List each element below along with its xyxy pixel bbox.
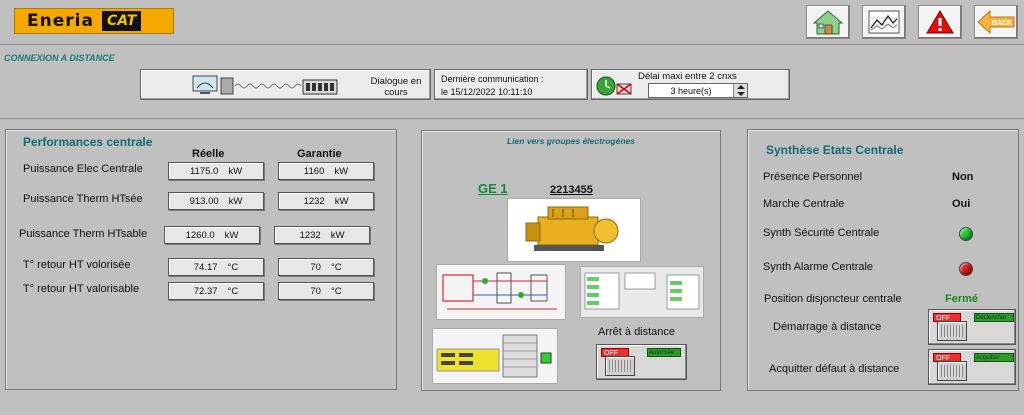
- genset-1-link[interactable]: GE 1: [478, 181, 508, 196]
- cat-mark: CAT: [101, 11, 142, 31]
- connection-section-title: CONNEXION A DISTANCE: [4, 53, 115, 63]
- col-real-header: Réelle: [192, 148, 225, 160]
- staff-presence-value: Non: [952, 171, 974, 183]
- spinner-arrows-icon: [737, 85, 745, 96]
- last-communication-box: Dernière communication : le 15/12/2022 1…: [434, 69, 588, 100]
- remote-dialog-status: Dialogue en cours: [140, 69, 431, 100]
- home-button[interactable]: [806, 5, 850, 39]
- computer-link-icon: [192, 75, 338, 95]
- status-panel: Synthèse Etats Centrale Présence Personn…: [747, 129, 1019, 391]
- trend-chart-icon: [868, 10, 900, 34]
- safety-status-led: [959, 227, 973, 241]
- alarm-warning-icon: [926, 10, 954, 34]
- schematic-icon: [442, 272, 557, 310]
- perf-real-value: 1175.0 kW: [168, 162, 264, 180]
- back-button[interactable]: BACK: [974, 5, 1018, 39]
- perf-guaranteed-value: 1160 kW: [278, 162, 374, 180]
- breaker-position-value: Fermé: [945, 293, 979, 305]
- alarm-summary-label: Synth Alarme Centrale: [763, 261, 874, 273]
- perf-real-value: 913.00 kW: [168, 192, 264, 210]
- plant-running-label: Marche Centrale: [763, 198, 845, 210]
- hydraulic-schema-thumbnail[interactable]: [436, 264, 566, 320]
- alarms-button[interactable]: [918, 5, 962, 39]
- switch-knob[interactable]: [937, 361, 967, 381]
- staff-presence-label: Présence Personnel: [763, 171, 863, 183]
- performance-title: Performances centrale: [23, 135, 153, 149]
- max-delay-box: Délai maxi entre 2 cnxs 3 heure(s): [591, 69, 790, 100]
- switch-on-label: Acquitter: [974, 353, 1014, 362]
- electrical-panel-icon: [436, 334, 552, 378]
- max-delay-label: Délai maxi entre 2 cnxs: [638, 71, 737, 82]
- engine-icon: [525, 206, 619, 251]
- perf-guaranteed-value: 70 °C: [278, 258, 374, 276]
- trends-button[interactable]: [862, 5, 906, 39]
- spinner-arrows[interactable]: [733, 84, 747, 97]
- perf-row-label: T° retour HT volorisée: [23, 259, 131, 271]
- data-grid-icon: [584, 272, 700, 310]
- perf-real-value: 74.17 °C: [168, 258, 264, 276]
- alarm-status-led: [959, 262, 973, 276]
- switch-on-label: Déclencher: [974, 313, 1014, 322]
- perf-guaranteed-value: 1232 kW: [274, 226, 370, 244]
- perf-row-label: Puissance Therm HTsée: [23, 193, 143, 205]
- back-label: BACK: [992, 20, 1012, 27]
- switch-knob[interactable]: [605, 356, 635, 376]
- safety-summary-label: Synth Sécurité Centrale: [763, 227, 880, 239]
- brand-name: Eneria: [27, 11, 94, 31]
- genset-serial: 2213455: [550, 184, 593, 196]
- remote-start-switch[interactable]: OFF Déclencher: [928, 309, 1016, 345]
- header-divider: [0, 44, 1024, 45]
- genset-engine-image[interactable]: [507, 198, 641, 262]
- home-icon: [812, 10, 844, 35]
- last-comm-value: le 15/12/2022 10:11:10: [441, 87, 533, 97]
- switch-knob[interactable]: [937, 321, 967, 341]
- dialog-status-text: Dialogue en cours: [370, 76, 422, 98]
- perf-row-label: T° retour HT valorisable: [23, 283, 140, 295]
- perf-row-label: Puissance Therm HTsable: [19, 228, 148, 240]
- back-arrow-icon: BACK: [977, 9, 1015, 35]
- breaker-position-label: Position disjoncteur centrale: [764, 293, 902, 305]
- plant-running-value: Oui: [952, 198, 971, 210]
- eneria-cat-logo: Eneria CAT: [14, 8, 174, 34]
- measurements-thumbnail[interactable]: [580, 266, 704, 318]
- perf-guaranteed-value: 1232 kW: [278, 192, 374, 210]
- perf-real-value: 72.37 °C: [168, 282, 264, 300]
- col-guaranteed-header: Garantie: [297, 148, 342, 160]
- electrical-schema-thumbnail[interactable]: [432, 328, 558, 384]
- gensets-panel: Lien vers groupes électrogènes GE 1 2213…: [421, 130, 721, 391]
- gensets-title: Lien vers groupes électrogènes: [506, 136, 636, 146]
- remote-stop-switch[interactable]: OFF Autorisée: [596, 344, 687, 380]
- ack-fault-label: Acquitter défaut à distance: [769, 363, 900, 375]
- switch-on-label: Autorisée: [647, 348, 681, 357]
- max-delay-value: 3 heure(s): [670, 85, 712, 96]
- remote-start-label: Démarrage à distance: [773, 321, 882, 333]
- timer-disconnect-icon: [596, 76, 632, 96]
- perf-guaranteed-value: 70 °C: [278, 282, 374, 300]
- connection-divider: [0, 118, 1024, 119]
- perf-real-value: 1260.0 kW: [164, 226, 260, 244]
- remote-stop-label: Arrêt à distance: [598, 326, 676, 338]
- max-delay-spinner[interactable]: 3 heure(s): [648, 83, 748, 98]
- performance-panel: Performances centrale Réelle Garantie Pu…: [5, 129, 397, 390]
- status-title: Synthèse Etats Centrale: [766, 143, 904, 157]
- ack-fault-switch[interactable]: OFF Acquitter: [928, 349, 1016, 385]
- perf-row-label: Puissance Elec Centrale: [23, 163, 143, 175]
- last-comm-label: Dernière communication :: [441, 74, 544, 84]
